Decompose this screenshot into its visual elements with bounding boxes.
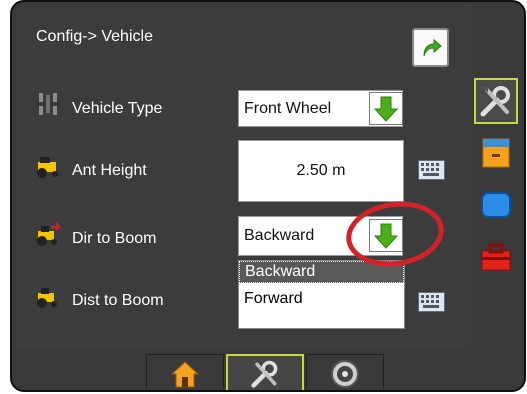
ant-height-value: 2.50 m: [296, 162, 346, 179]
ant-height-label: Ant Height: [72, 162, 147, 179]
side-tab-console[interactable]: [474, 130, 518, 176]
bottom-tab-gauge[interactable]: [306, 354, 384, 390]
vehicle-type-value: Front Wheel: [244, 99, 332, 117]
dist-to-boom-keyboard-button[interactable]: [418, 290, 445, 313]
return-arrow-icon: [423, 38, 442, 56]
dir-to-boom-options-list: Backward Forward: [238, 260, 405, 329]
app-frame: Config-> Vehicle Vehicle Type Front Whee…: [10, 0, 526, 392]
keyboard-icon: [418, 291, 445, 312]
toolbox-icon: [481, 243, 511, 271]
side-tab-display[interactable]: [474, 182, 518, 228]
dist-to-boom-icon: [37, 288, 57, 308]
vehicle-type-label: Vehicle Type: [72, 100, 163, 117]
wrench-screwdriver-icon: [251, 360, 278, 388]
arrow-down-icon: [374, 96, 398, 122]
dir-to-boom-value: Backward: [244, 227, 315, 244]
dir-to-boom-icon: [37, 222, 61, 246]
bottom-tab-config[interactable]: [226, 354, 304, 390]
vehicle-type-dropdown-button[interactable]: [369, 92, 403, 125]
config-panel: Config-> Vehicle Vehicle Type Front Whee…: [14, 4, 470, 348]
vehicle-type-icon: [39, 93, 57, 115]
keyboard-icon: [418, 159, 445, 180]
dist-to-boom-label: Dist to Boom: [72, 292, 164, 309]
ant-height-field[interactable]: 2.50 m: [238, 140, 404, 202]
page-title: Config-> Vehicle: [36, 28, 153, 45]
dropdown-option-forward[interactable]: Forward: [239, 289, 404, 311]
home-icon: [170, 361, 200, 388]
side-tab-tools[interactable]: [474, 78, 518, 124]
back-button[interactable]: [412, 28, 449, 67]
ant-height-icon: [37, 157, 58, 178]
dir-to-boom-label: Dir to Boom: [72, 230, 157, 247]
display-icon: [481, 192, 511, 218]
wrench-screwdriver-icon: [480, 86, 510, 117]
bottom-tab-home[interactable]: [146, 354, 224, 390]
ant-height-keyboard-button[interactable]: [418, 158, 445, 181]
file-cabinet-icon: [482, 138, 510, 168]
side-tab-toolbox[interactable]: [474, 234, 518, 280]
gauge-icon: [331, 360, 359, 388]
